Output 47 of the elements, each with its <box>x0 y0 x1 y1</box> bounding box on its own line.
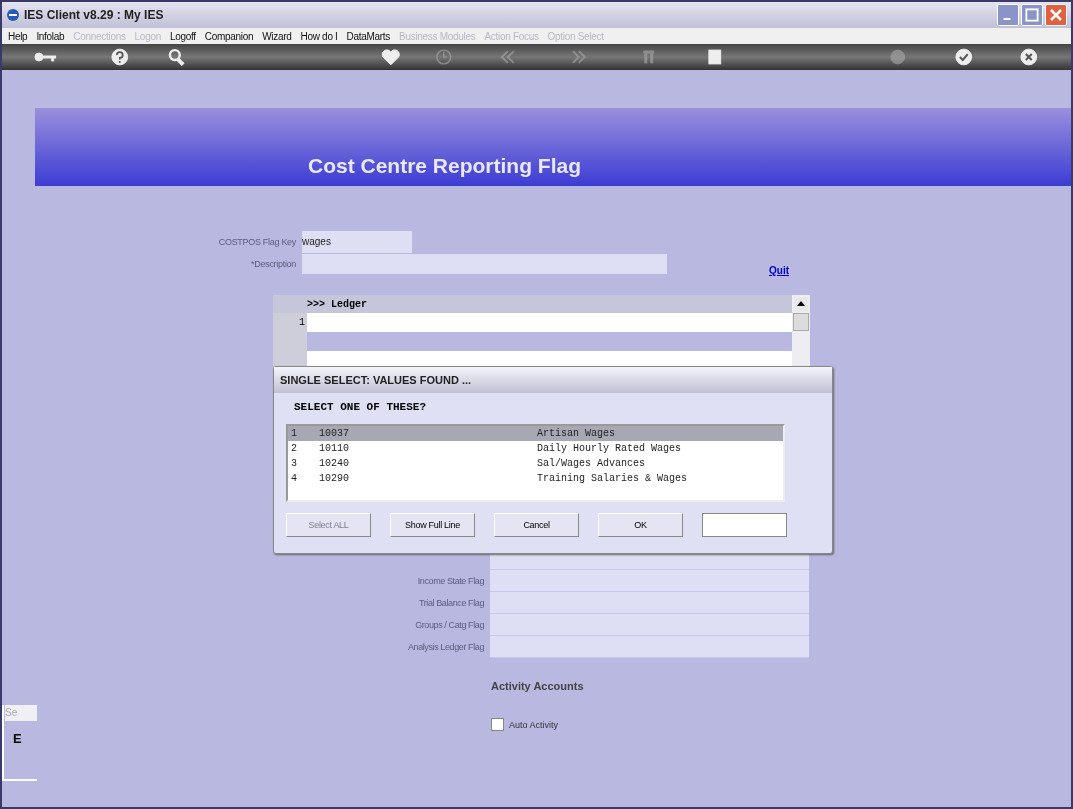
list-row[interactable]: 4 10290 Training Salaries & Wages <box>288 471 783 486</box>
minimize-button[interactable] <box>997 4 1019 26</box>
window-title: IES Client v8.29 : My IES <box>24 8 164 22</box>
list-row[interactable]: 3 10240 Sal/Wages Advances <box>288 456 783 471</box>
menu-item[interactable]: Help <box>8 30 28 42</box>
menu-item[interactable]: Wizard <box>262 30 292 42</box>
menu-item[interactable]: How do I <box>300 30 338 42</box>
flag-field[interactable] <box>490 592 809 614</box>
column-header: >>> Ledger <box>307 298 367 310</box>
checkbox-label: Auto Activity <box>509 719 559 730</box>
menu-item[interactable]: DataMarts <box>346 30 391 42</box>
dialog-title: SINGLE SELECT: VALUES FOUND ... <box>274 367 832 393</box>
app-logo-icon <box>6 8 20 22</box>
field-label: Income State Flag <box>416 576 485 586</box>
list-row[interactable]: 1 10037 Artisan Wages <box>288 426 783 441</box>
menu-item[interactable]: Logoff <box>169 30 196 42</box>
field-label: Groups / Catg Flag <box>414 620 485 630</box>
panel-text: E <box>13 731 23 746</box>
list-row[interactable]: 2 10110 Daily Hourly Rated Wages <box>288 441 783 456</box>
dialog-button[interactable]: OK <box>598 513 683 537</box>
menu-item[interactable]: Infolab <box>36 30 65 42</box>
field-label: *Description <box>250 259 297 269</box>
checkbox[interactable] <box>491 718 504 731</box>
flag-field[interactable] <box>490 614 809 636</box>
row-number: 1 <box>298 317 306 328</box>
dialog-prompt: SELECT ONE OF THESE? <box>294 401 428 413</box>
flag-field[interactable] <box>490 570 809 592</box>
dialog-button[interactable]: Show Full Line <box>390 513 475 537</box>
flag-field[interactable] <box>490 636 809 658</box>
maximize-button[interactable] <box>1021 4 1043 26</box>
section-heading: Activity Accounts <box>491 680 585 692</box>
quit-link[interactable]: Quit <box>769 264 789 276</box>
menu-item[interactable]: Companion <box>204 30 254 42</box>
grid-cell[interactable] <box>307 313 792 332</box>
dialog-button[interactable]: Cancel <box>494 513 579 537</box>
input-field[interactable] <box>702 513 787 537</box>
grid-cell[interactable] <box>307 332 792 351</box>
page-title: Cost Centre Reporting Flag <box>308 154 581 178</box>
field-label: Analysis Ledger Flag <box>406 642 485 652</box>
description-field[interactable] <box>302 254 667 274</box>
scroll-thumb[interactable] <box>793 313 809 331</box>
key-field[interactable]: wages <box>302 231 412 253</box>
close-button[interactable] <box>1045 4 1067 26</box>
maximize-icon <box>1022 5 1042 25</box>
minimize-icon <box>1003 18 1011 20</box>
field-label: Trial Balance Flag <box>418 598 485 608</box>
field-label: COSTPOS Flag Key <box>217 237 297 247</box>
